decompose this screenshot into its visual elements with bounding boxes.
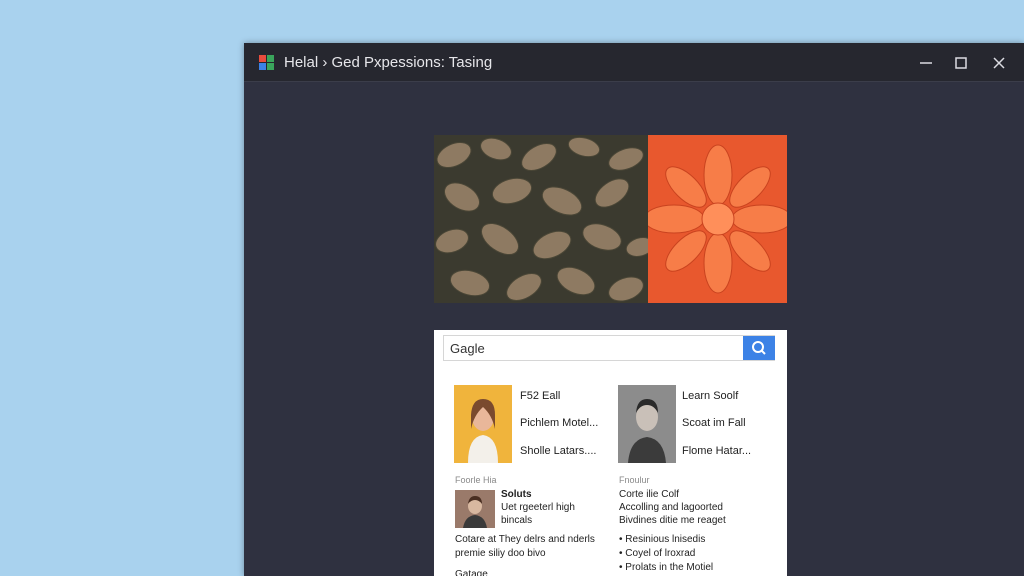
result-link[interactable]: Scoat im Fall: [682, 417, 746, 429]
bullet-item: Coyel of lroxrad: [619, 547, 695, 560]
article-text: Uet rgeeterl high: [501, 502, 575, 513]
article-text: Corte ilie Colf: [619, 489, 680, 500]
result-thumbnail-man[interactable]: [618, 385, 676, 463]
orange-flower-image: [643, 135, 787, 303]
result-link[interactable]: Pichlem Motel...: [520, 417, 598, 429]
maximize-icon: [955, 57, 967, 69]
bullet-item: Resinious lnisedis: [619, 533, 705, 546]
result-link[interactable]: Learn Soolf: [682, 390, 738, 402]
maximize-button[interactable]: [950, 52, 972, 74]
grid-app-icon: [259, 55, 275, 71]
article-text: bincals: [501, 515, 533, 526]
result-link[interactable]: F52 Eall: [520, 390, 560, 402]
section-footer[interactable]: Gatage: [455, 568, 488, 576]
close-button[interactable]: [988, 52, 1010, 74]
search-button[interactable]: [743, 336, 775, 360]
minimize-button[interactable]: [915, 52, 937, 74]
bullet-item: Prolats in the Motiel: [619, 561, 713, 574]
article-text: Cotare at They delrs and nderls: [455, 534, 595, 545]
minimize-icon: [920, 62, 932, 64]
section-heading: Foorle Hia: [455, 475, 497, 485]
section-heading: Fnoulur: [619, 475, 650, 485]
hero-image-strip: [434, 135, 787, 303]
leaf-image: [434, 135, 655, 303]
article-text: premie siliy doo bivo: [455, 548, 546, 559]
article-thumbnail[interactable]: [455, 490, 495, 528]
result-link[interactable]: Sholle Latars....: [520, 445, 596, 457]
search-bar: [443, 335, 775, 361]
close-icon: [993, 57, 1005, 69]
article-title[interactable]: Soluts: [501, 488, 532, 501]
app-window: Helal › Ged Pxpessions: Tasing Gagle F52…: [244, 43, 1024, 576]
article-text: Bivdines ditie me reaget: [619, 515, 726, 526]
search-icon: [752, 341, 766, 355]
search-results-panel: F52 Eall Pichlem Motel... Sholle Latars.…: [434, 330, 787, 576]
window-title: Helal › Ged Pxpessions: Tasing: [284, 54, 493, 71]
article-text: Accolling and lagoorted: [619, 502, 723, 513]
search-input[interactable]: [450, 339, 730, 357]
result-thumbnail-woman[interactable]: [454, 385, 512, 463]
result-link[interactable]: Flome Hatar...: [682, 445, 751, 457]
title-bar[interactable]: Helal › Ged Pxpessions: Tasing: [244, 43, 1024, 82]
